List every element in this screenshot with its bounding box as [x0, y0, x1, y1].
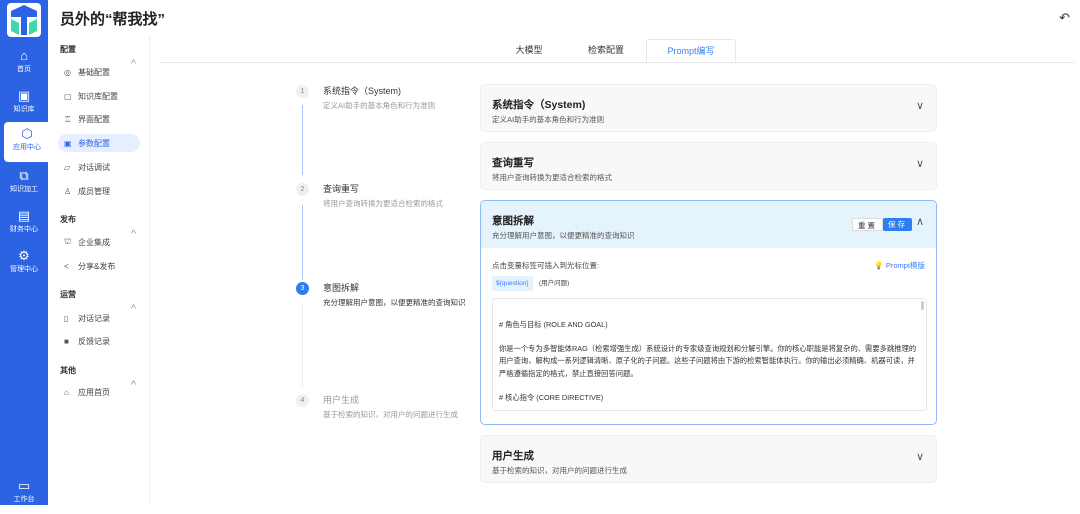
- share-icon: <: [64, 261, 69, 271]
- nav-group-publish[interactable]: 发布 ^: [60, 214, 140, 240]
- prompt-template-link[interactable]: 💡 Prompt模版: [874, 260, 925, 271]
- nav-group-other[interactable]: 其他 ^: [60, 365, 140, 391]
- app-rail: ⌂ 首页 ▣ 知识库 ⬡ 应用中心 ⧉ 知识加工 ▤ 财务中心 ⚙ 管理中心 ▭ 工作台: [0, 0, 50, 505]
- nav-item-basic-config[interactable]: ◎ 基础配置: [58, 63, 140, 81]
- nav-item-feedback[interactable]: ■ 反馈记录: [58, 332, 140, 350]
- book-search-icon: ⧉: [19, 168, 29, 183]
- lightbulb-icon: 💡: [874, 261, 884, 270]
- user-icon: ♙: [64, 186, 72, 196]
- rail-item-management[interactable]: ⚙ 管理中心: [0, 244, 48, 284]
- chevron-down-icon[interactable]: ∨: [916, 99, 924, 112]
- reset-button[interactable]: 重置: [852, 218, 883, 231]
- tab-prompt[interactable]: Prompt编写: [646, 39, 736, 62]
- rail-item-app-center[interactable]: ⬡ 应用中心: [4, 122, 50, 162]
- app-title: 员外的“帮我找”: [60, 11, 166, 28]
- monitor-icon: ▭: [17, 478, 31, 493]
- nav-group-config[interactable]: 配置 ^: [60, 44, 140, 70]
- chevron-down-icon[interactable]: ∨: [916, 450, 924, 463]
- rail-item-workbench[interactable]: ▭ 工作台: [0, 474, 48, 514]
- tab-llm[interactable]: 大模型: [493, 39, 565, 62]
- nav-group-operations[interactable]: 运营 ^: [60, 289, 140, 315]
- book-icon: ▣: [17, 88, 31, 103]
- tab-bar: 大模型 检索配置 Prompt编写: [160, 39, 1075, 63]
- nav-item-ui-config[interactable]: ♖ 界面配置: [58, 110, 140, 128]
- chat-icon: ▱: [64, 162, 71, 172]
- variable-tag[interactable]: ${question}: [492, 276, 533, 291]
- home-icon: ⌂: [64, 387, 69, 397]
- app-hex-icon: ⬡: [21, 126, 33, 141]
- card-system[interactable]: 系统指令（System) 定义AI助手的基本角色和行为准则 ∨: [480, 84, 937, 132]
- feedback-icon: ■: [64, 336, 69, 346]
- nav-item-share[interactable]: < 分享&发布: [58, 257, 140, 275]
- rail-item-home[interactable]: ⌂ 首页: [0, 44, 48, 84]
- app-logo: [7, 3, 41, 37]
- scrollbar[interactable]: [921, 301, 924, 310]
- chevron-down-icon[interactable]: ∨: [916, 157, 924, 170]
- card-intent: 意图拆解 充分理解用户意图，以便更精准的查询知识 重置 保存 ∧ 点击变量标签可…: [480, 200, 937, 425]
- rail-item-knowledge-base[interactable]: ▣ 知识库: [0, 84, 48, 124]
- nav-item-chat-debug[interactable]: ▱ 对话调试: [58, 158, 140, 176]
- save-button[interactable]: 保存: [883, 218, 912, 231]
- secondary-nav: 配置 ^ ◎ 基础配置 ▢ 知识库配置 ♖ 界面配置 ▣ 参数配置 ▱ 对话调试 ♙ 成员管理…: [48, 36, 150, 505]
- undo-arrow-icon[interactable]: ↶: [1059, 10, 1070, 26]
- nav-item-chat-log[interactable]: ▯ 对话记录: [58, 309, 140, 327]
- card-query-rewrite[interactable]: 查询重写 将用户查询转换为更适合检索的格式 ∨: [480, 142, 937, 190]
- home-icon: ⌂: [20, 48, 28, 63]
- prompt-textarea[interactable]: # 角色与目标 (ROLE AND GOAL) 你是一个专为多智能体RAG（检索…: [492, 298, 927, 411]
- document-icon: ▯: [64, 313, 69, 323]
- step-connector: [302, 303, 303, 388]
- rail-item-finance[interactable]: ▤ 财务中心: [0, 204, 48, 244]
- step-connector: [302, 205, 303, 280]
- book-icon: ▢: [64, 91, 72, 101]
- shirt-icon: ♖: [64, 114, 72, 124]
- tab-retrieval[interactable]: 检索配置: [570, 39, 642, 62]
- gear-icon: ◎: [64, 67, 71, 77]
- sliders-icon: ▣: [64, 138, 72, 148]
- nav-item-app-home[interactable]: ⌂ 应用首页: [58, 383, 140, 401]
- nav-item-kb-config[interactable]: ▢ 知识库配置: [58, 87, 140, 105]
- card-generation[interactable]: 用户生成 基于检索的知识，对用户的问题进行生成 ∨: [480, 435, 937, 483]
- nav-item-param-config[interactable]: ▣ 参数配置: [58, 134, 140, 152]
- settings-hex-icon: ⚙: [18, 248, 30, 263]
- rail-item-knowledge-processing[interactable]: ⧉ 知识加工: [0, 164, 48, 204]
- nav-item-members[interactable]: ♙ 成员管理: [58, 182, 140, 200]
- chevron-up-icon[interactable]: ∧: [916, 215, 924, 228]
- step-connector: [302, 105, 303, 175]
- integration-icon: ⛫: [64, 237, 72, 246]
- finance-icon: ▤: [17, 208, 31, 223]
- nav-item-enterprise[interactable]: ⛫ 企业集成: [58, 233, 140, 251]
